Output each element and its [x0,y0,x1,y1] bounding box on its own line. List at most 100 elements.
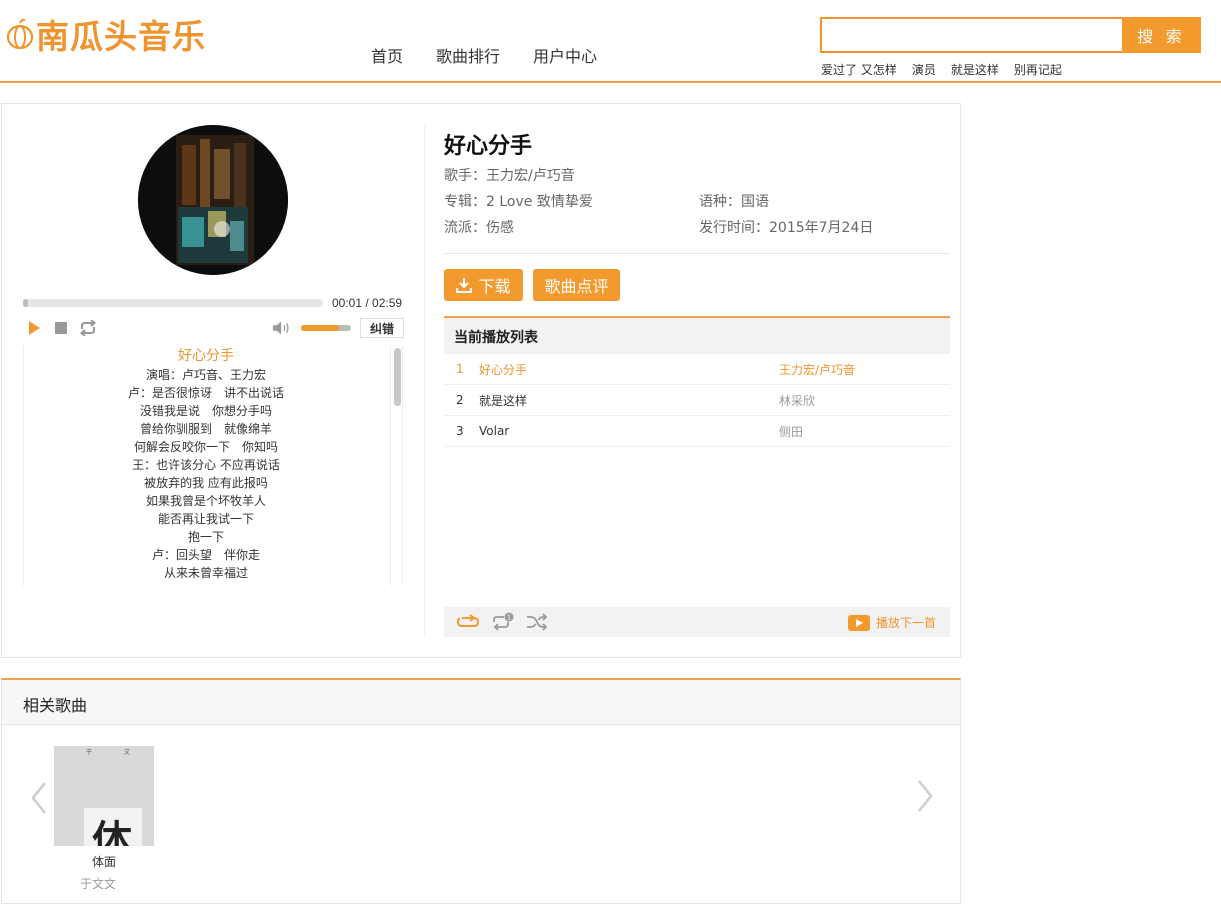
nav-song-ranking[interactable]: 歌曲排行 [436,43,500,67]
shuffle-button[interactable] [526,612,548,632]
song-title: 好心分手 [444,134,533,159]
search-button[interactable]: 搜 索 [1122,17,1201,53]
chevron-left-icon [31,782,46,814]
cover-glyph: 体 [92,818,132,846]
search-bar: 搜 索 [820,17,1201,53]
svg-text:文: 文 [124,748,130,756]
download-label: 下载 [478,277,511,296]
repeat-one-button[interactable]: 1 [491,612,514,632]
nav-home[interactable]: 首页 [371,43,403,67]
svg-text:于: 于 [86,749,92,756]
playlist-index: 1 [456,362,464,376]
playlist-artist: 王力宏/卢巧音 [779,362,856,377]
svg-text:1: 1 [507,615,511,622]
hot-word[interactable]: 别再记起 [1014,61,1062,78]
song-singer: 歌手：王力宏/卢巧音 [444,168,575,184]
playlist-song-name: 好心分手 [479,362,528,377]
search-input[interactable] [820,17,1122,53]
related-song-item[interactable]: 于 文 体 体面 于文文 [54,746,154,892]
playlist-artist: 侧田 [779,424,804,439]
hot-search-words: 爱过了 又怎样 演员 就是这样 别再记起 [821,61,1062,78]
speaker-icon [272,321,289,335]
repeat-icon [79,320,97,336]
hot-word[interactable]: 爱过了 又怎样 [821,61,897,78]
lyric-line: 曾给你驯服到 就像绵羊 [139,422,272,436]
play-icon [29,321,40,335]
play-next-icon [847,614,870,631]
related-songs-section: 相关歌曲 于 文 体 体面 于文文 [1,678,961,904]
lyrics-content: 好心分手 演唱：卢巧音、王力宏卢：是否很惊讶 讲不出说话 没错我是说 你想分手吗曾… [24,346,388,582]
lyric-line: 卢：是否很惊讶 讲不出说话 [127,386,284,400]
lyric-line: 从来未曾幸福过 [163,566,248,580]
volume-slider[interactable] [301,325,351,331]
playlist-artist: 林采欣 [779,393,816,408]
correct-lyrics-button[interactable]: 纠错 [360,318,404,338]
lyric-line: 何解会反咬你一下 你知吗 [133,440,278,454]
site-logo[interactable]: 南瓜头音乐 [6,12,206,56]
loop-button[interactable] [78,318,98,338]
chevron-right-icon [918,780,933,812]
volume-button[interactable] [272,318,292,338]
lyric-line: 被放弃的我 应有此报吗 [144,476,268,490]
hot-word[interactable]: 就是这样 [951,61,999,78]
lyrics-title: 好心分手 [178,348,234,364]
hot-word[interactable]: 演员 [912,61,936,78]
main-nav: 首页 歌曲排行 用户中心 [371,43,630,67]
lyric-line: 演唱：卢巧音、王力宏 [145,368,266,382]
stop-icon [55,322,67,334]
pumpkin-icon [6,18,34,50]
song-release-date: 发行时间：2015年7月24日 [699,220,874,236]
playlist-song-name: Volar [479,424,510,438]
related-song-artist: 于文文 [79,877,116,891]
related-song-cover: 于 文 体 [54,746,154,846]
download-button[interactable]: 下载 [444,269,523,301]
lyric-line: 抱一下 [187,530,224,544]
play-next-label: 播放下一首 [875,616,936,630]
song-genre: 流派：伤感 [444,220,514,236]
album-cover [138,125,288,275]
lyric-line: 能否再让我试一下 [157,512,254,526]
lyrics-panel[interactable]: 好心分手 演唱：卢巧音、王力宏卢：是否很惊讶 讲不出说话 没错我是说 你想分手吗曾… [23,346,403,586]
repeat-one-icon: 1 [493,612,514,631]
playlist-row[interactable]: 2 就是这样 林采欣 [444,385,950,416]
related-songs-header: 相关歌曲 [2,680,960,725]
site-header: 南瓜头音乐 首页 歌曲排行 用户中心 搜 索 爱过了 又怎样 演员 就是这样 别… [0,0,1221,83]
playlist-row[interactable]: 3 Volar 侧田 [444,416,950,447]
volume-fill [301,325,339,331]
progress-fill [23,299,28,307]
shuffle-icon [527,613,548,631]
song-language: 语种：国语 [699,194,769,210]
progress-bar[interactable] [23,299,323,307]
time-display: 00:01 / 02:59 [332,296,403,310]
playlist-song-name: 就是这样 [479,393,528,408]
divider [424,125,425,637]
playlist-footer: 1 播放下一首 [444,607,950,637]
logo-text: 南瓜头音乐 [36,17,206,56]
lyric-line: 没错我是说 你想分手吗 [139,404,272,418]
song-album: 专辑：2 Love 致情挚爱 [444,194,593,210]
related-song-name: 体面 [91,855,116,869]
play-button[interactable] [24,318,44,338]
lyric-line: 卢：回头望 伴你走 [151,548,260,562]
scrollbar-thumb[interactable] [394,348,401,406]
stop-button[interactable] [51,318,71,338]
playlist-index: 3 [456,424,464,438]
lyric-line: 如果我曾是个坏牧羊人 [145,494,266,508]
next-arrow-button[interactable] [915,778,935,814]
nav-user-center[interactable]: 用户中心 [533,43,597,67]
download-icon [456,278,473,293]
play-next-button[interactable]: 播放下一首 [847,614,936,631]
album-art-image [138,125,288,275]
playlist-header: 当前播放列表 [444,316,950,354]
player-controls: 纠错 [24,318,404,338]
playlist-index: 2 [456,393,464,407]
player-panel: 00:01 / 02:59 纠错 好心分手 演唱：卢巧音、王力宏 卢：是否很惊讶… [1,103,961,658]
divider [444,253,950,254]
playlist-row[interactable]: 1 好心分手 王力宏/卢巧音 [444,354,950,385]
prev-arrow-button[interactable] [29,780,49,816]
song-review-button[interactable]: 歌曲点评 [533,269,620,301]
lyric-line: 王：也许该分心 不应再说话 [132,458,280,472]
lyrics-scrollbar[interactable] [390,346,402,586]
loop-all-button[interactable] [456,612,480,632]
loop-icon [456,614,480,627]
